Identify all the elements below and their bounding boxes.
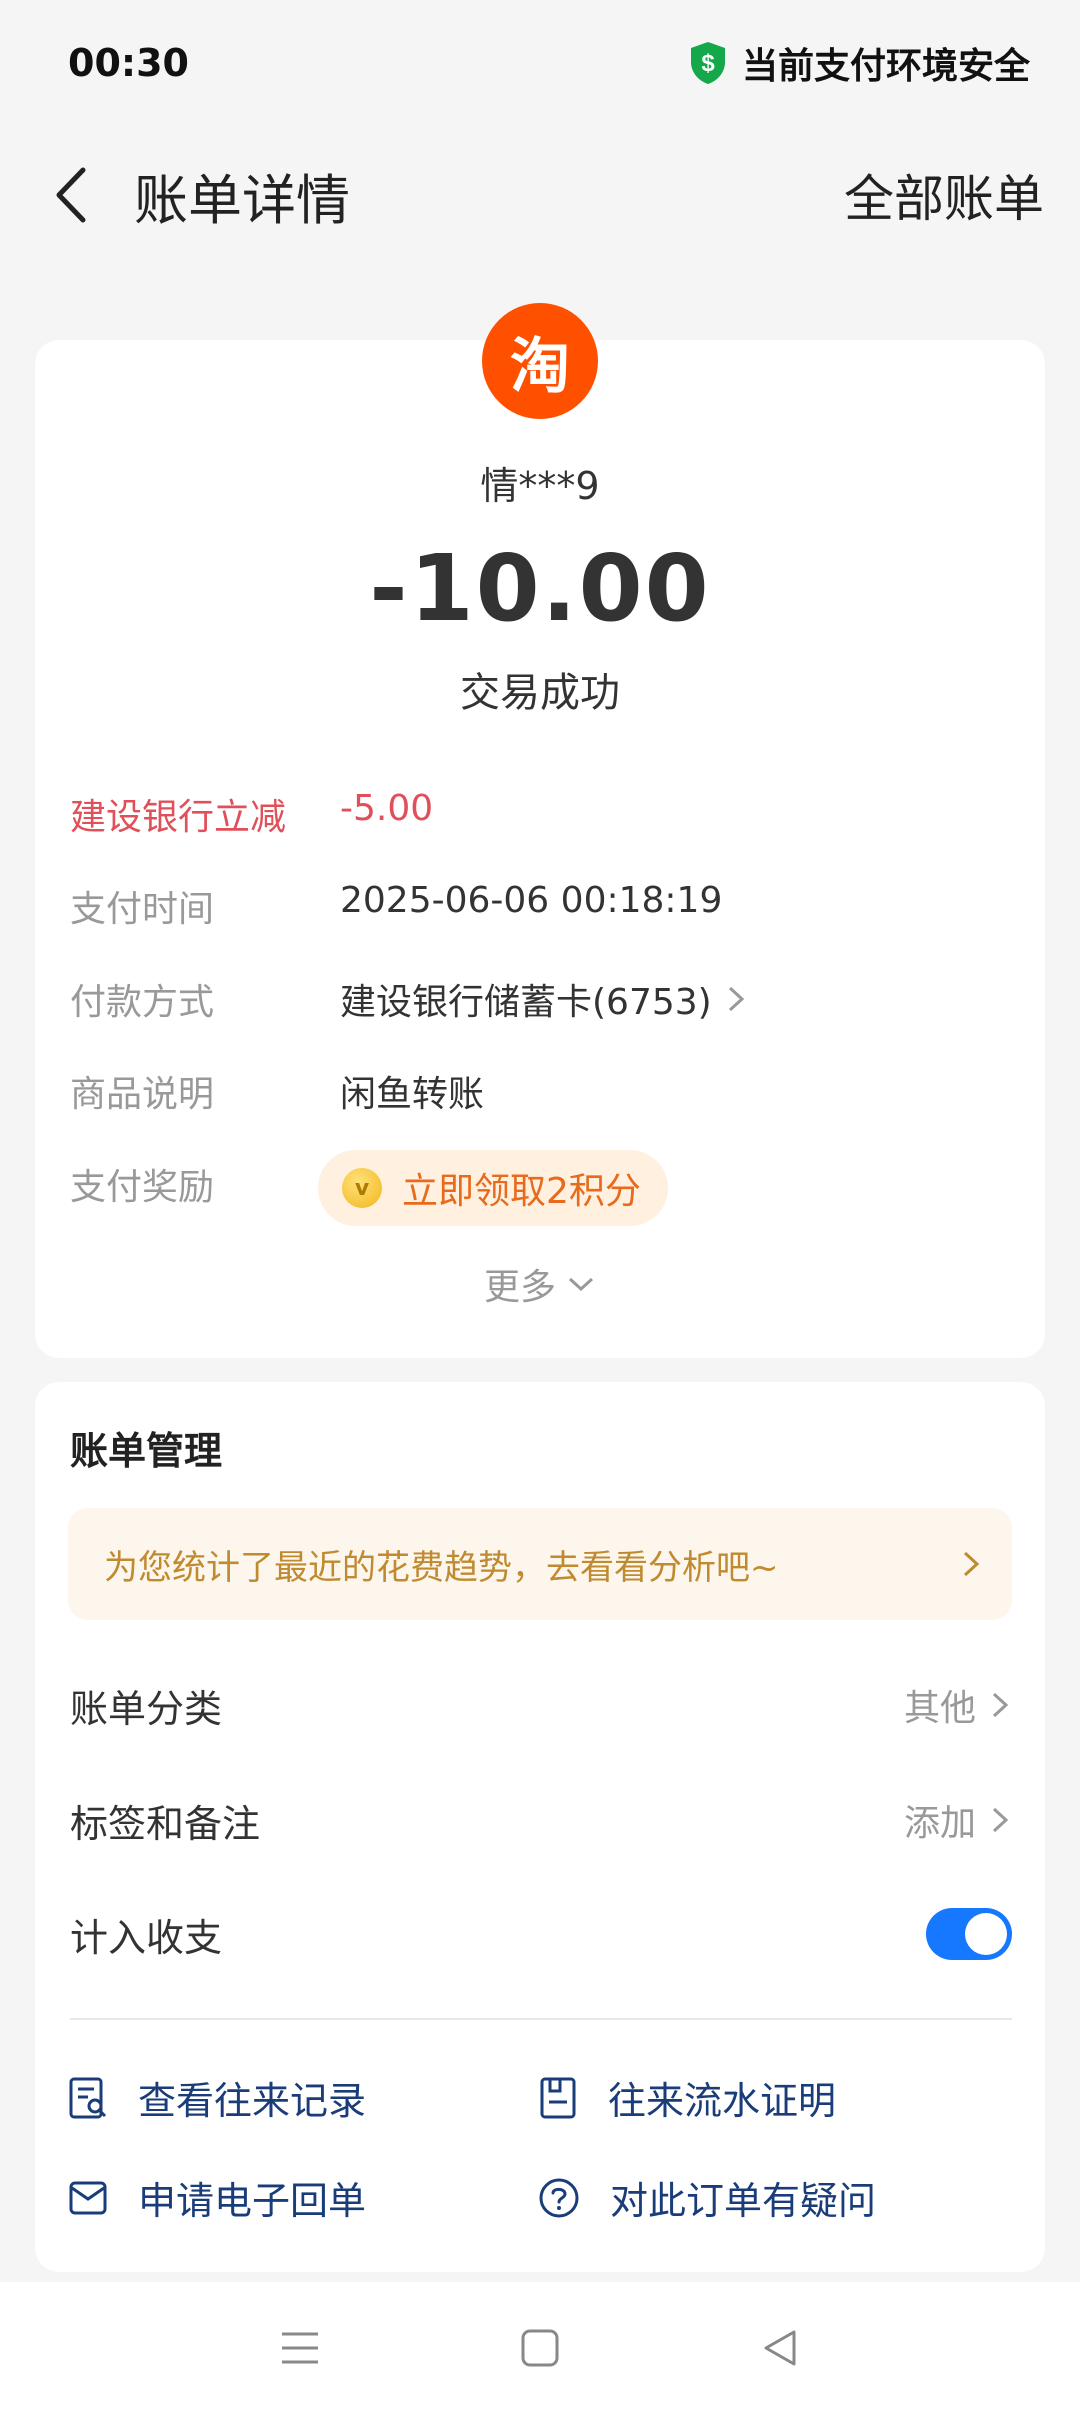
count-label: 计入收支: [70, 1915, 223, 1960]
category-label: 账单分类: [70, 1686, 223, 1731]
transaction-status: 交易成功: [460, 670, 620, 716]
flow-proof-label: 往来流水证明: [608, 2079, 837, 2123]
claim-points-label: 立即领取2积分: [402, 1171, 641, 1212]
view-history-label: 查看往来记录: [138, 2079, 367, 2123]
chevron-right-icon: [992, 1692, 1009, 1718]
chevron-right-icon: [728, 986, 744, 1012]
taobao-logo-icon: 淘: [482, 303, 598, 419]
pay-method-label: 付款方式: [70, 982, 215, 1023]
more-label: 更多: [483, 1267, 556, 1308]
product-value: 闲鱼转账: [340, 1074, 485, 1115]
back-button[interactable]: [30, 155, 110, 235]
view-history-button[interactable]: 查看往来记录: [68, 2070, 366, 2125]
envelope-icon: [69, 2181, 107, 2214]
more-button[interactable]: 更多: [0, 1258, 1080, 1310]
system-nav-bar: [0, 2282, 1080, 2414]
tags-label: 标签和备注: [70, 1801, 261, 1846]
certificate-icon: [540, 2077, 576, 2118]
home-icon[interactable]: [520, 2328, 560, 2368]
back-arrow-icon: [56, 167, 86, 223]
document-search-icon: [69, 2077, 107, 2118]
category-value: 其他: [903, 1688, 976, 1729]
chevron-down-icon: [568, 1277, 594, 1292]
logo-char: 淘: [510, 331, 570, 402]
status-bar: 00:30 $ 当前支付环境安全: [0, 0, 1080, 125]
menu-icon[interactable]: [280, 2330, 320, 2366]
all-bills-link[interactable]: 全部账单: [844, 159, 1044, 231]
count-in-budget-row: 计入收支: [70, 1894, 1012, 1974]
back-triangle-icon[interactable]: [760, 2328, 800, 2368]
svg-text:$: $: [701, 50, 715, 77]
spending-analysis-banner[interactable]: 为您统计了最近的花费趋势，去看看分析吧~: [68, 1508, 1012, 1620]
flow-proof-button[interactable]: 往来流水证明: [538, 2070, 836, 2125]
status-time: 00:30: [68, 40, 189, 85]
shield-icon: $: [690, 41, 725, 84]
e-receipt-button[interactable]: 申请电子回单: [68, 2170, 366, 2225]
section-title: 账单管理: [70, 1429, 223, 1473]
tags-notes-row[interactable]: 标签和备注 添加: [70, 1780, 1012, 1860]
bill-category-row[interactable]: 账单分类 其他: [70, 1665, 1012, 1745]
order-question-label: 对此订单有疑问: [610, 2179, 877, 2223]
reward-label: 支付奖励: [70, 1167, 215, 1208]
tags-value: 添加: [903, 1803, 976, 1844]
claim-points-button[interactable]: v 立即领取2积分: [318, 1150, 668, 1226]
order-question-button[interactable]: 对此订单有疑问: [538, 2170, 876, 2225]
discount-value: -5.00: [340, 788, 434, 829]
pay-time-label: 支付时间: [70, 889, 215, 930]
product-label: 商品说明: [70, 1074, 215, 1115]
count-in-budget-toggle[interactable]: [926, 1908, 1012, 1960]
toggle-knob: [965, 1913, 1007, 1955]
header: 账单详情 全部账单: [0, 140, 1080, 250]
security-text: 当前支付环境安全: [741, 45, 1030, 87]
divider: [70, 2018, 1012, 2020]
coin-icon: v: [342, 1168, 382, 1208]
pay-time-value: 2025-06-06 00:18:19: [340, 880, 723, 921]
transaction-amount: -10.00: [369, 535, 711, 642]
merchant-name: 情***9: [480, 464, 600, 508]
tip-text: 为您统计了最近的花费趋势，去看看分析吧~: [104, 1547, 779, 1588]
discount-label: 建设银行立减: [70, 797, 287, 838]
pay-method-value[interactable]: 建设银行储蓄卡(6753): [340, 973, 748, 1025]
page-title: 账单详情: [134, 168, 350, 232]
question-circle-icon: [539, 2178, 579, 2217]
e-receipt-label: 申请电子回单: [138, 2179, 367, 2223]
chevron-right-icon: [963, 1551, 980, 1577]
security-indicator: $ 当前支付环境安全: [688, 37, 1030, 89]
chevron-right-icon: [992, 1807, 1009, 1833]
pay-method-text: 建设银行储蓄卡(6753): [340, 982, 712, 1023]
